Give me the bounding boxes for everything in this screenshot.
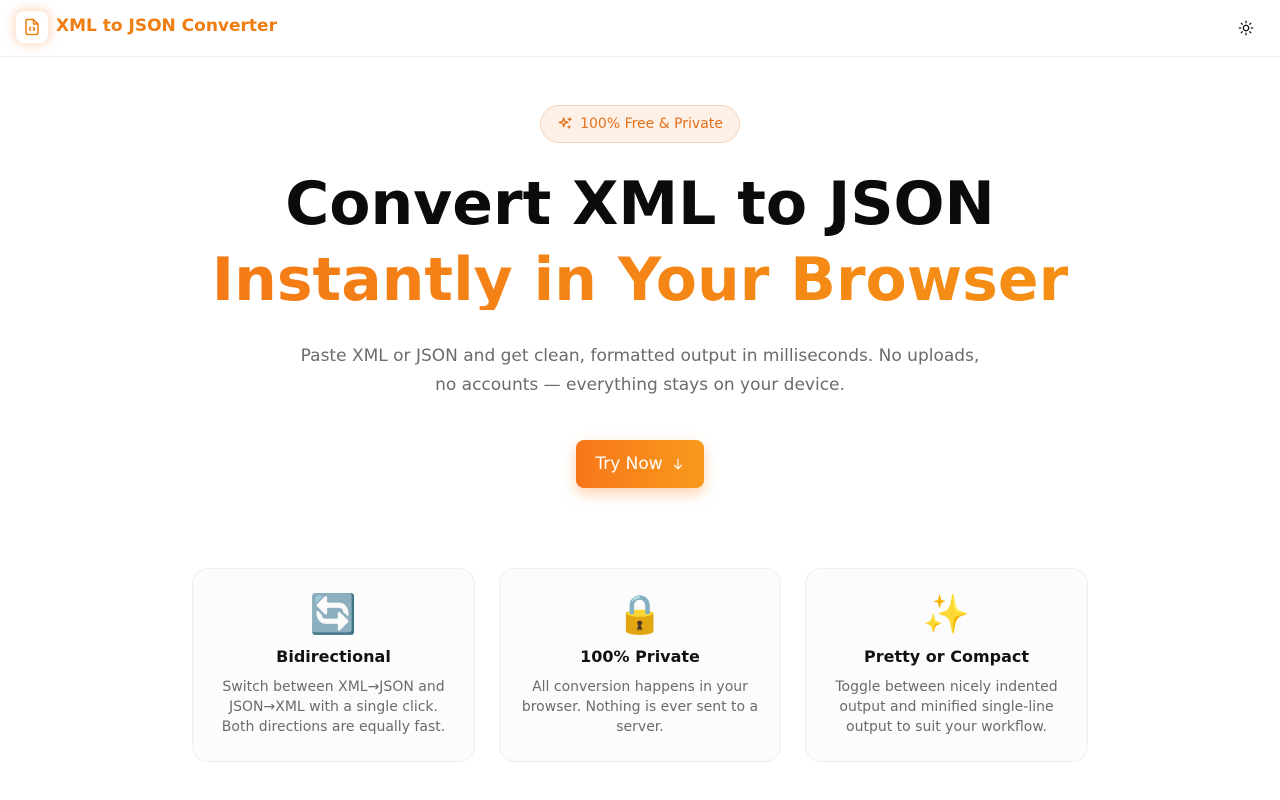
feature-card-bidirectional: 🔄 Bidirectional Switch between XML→JSON …	[192, 568, 475, 762]
top-bar: XML to JSON Converter	[0, 0, 1280, 57]
feature-title: Bidirectional	[276, 647, 391, 666]
refresh-arrows-icon: 🔄	[309, 592, 358, 636]
sparkles-icon	[558, 117, 572, 129]
sparkles-emoji-icon: ✨	[922, 592, 971, 636]
brand-title[interactable]: XML to JSON Converter	[56, 16, 277, 36]
feature-card-pretty-compact: ✨ Pretty or Compact Toggle between nicel…	[805, 568, 1088, 762]
feature-description: Switch between XML→JSON and JSON→XML wit…	[221, 679, 446, 735]
try-now-label: Try Now	[595, 454, 663, 474]
feature-title: 100% Private	[580, 647, 700, 666]
hero-subtitle: Paste XML or JSON and get clean, formatt…	[300, 346, 980, 395]
badge-label: 100% Free & Private	[580, 116, 723, 132]
feature-description: Toggle between nicely indented output an…	[835, 679, 1058, 735]
hero-title-line2: Instantly in Your Browser	[0, 250, 1280, 310]
file-code-icon	[25, 18, 39, 36]
feature-description: All conversion happens in your browser. …	[521, 679, 759, 735]
logo[interactable]	[16, 11, 48, 43]
feature-title: Pretty or Compact	[863, 647, 1029, 666]
arrow-down-icon	[673, 458, 682, 470]
free-private-badge: 100% Free & Private	[540, 105, 740, 143]
sun-icon	[1238, 20, 1254, 36]
try-now-button[interactable]: Try Now	[576, 440, 704, 488]
theme-toggle-button[interactable]	[1232, 14, 1260, 42]
feature-card-private: 🔒 100% Private All conversion happens in…	[499, 568, 781, 762]
lock-icon: 🔒	[616, 592, 664, 636]
hero-title-line1: Convert XML to JSON	[285, 169, 995, 239]
